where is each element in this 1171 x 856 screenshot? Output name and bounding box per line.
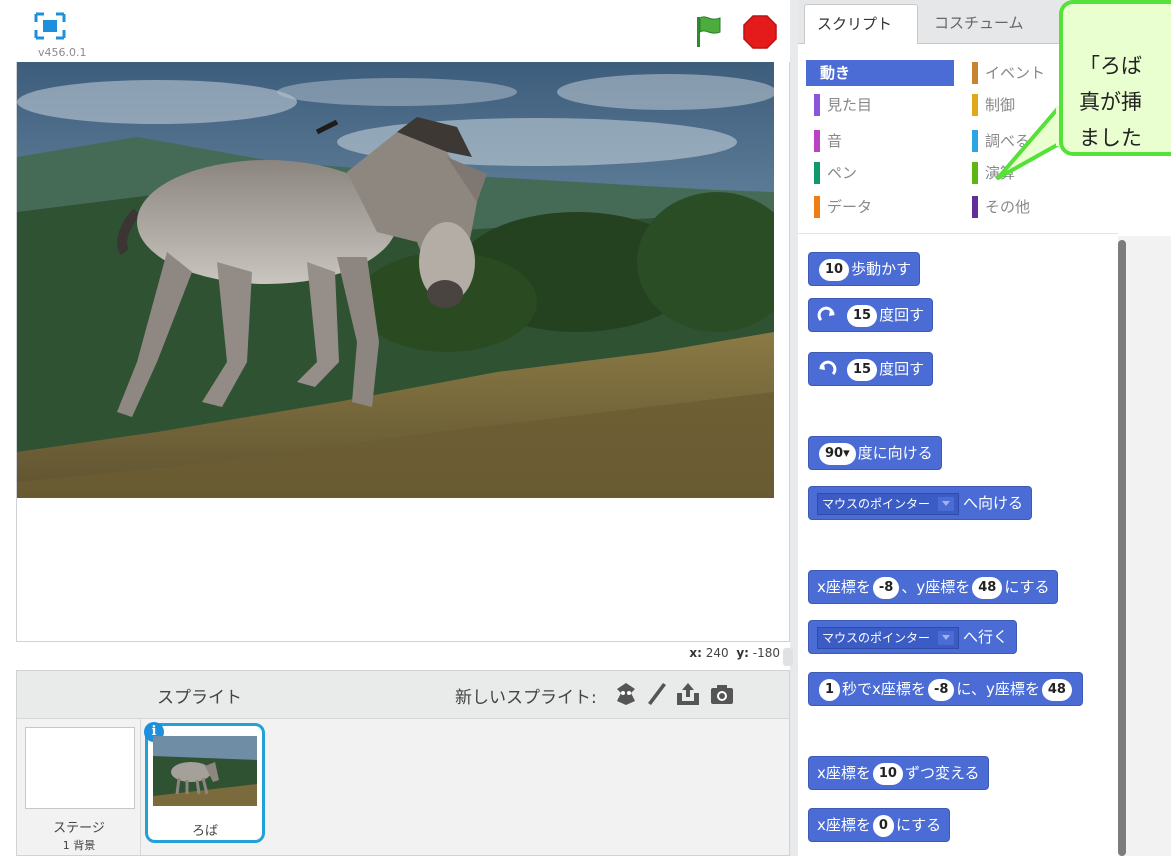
stage-label: ステージ — [53, 821, 105, 836]
seconds-input[interactable]: 1 — [819, 678, 841, 701]
category-data[interactable]: データ — [814, 194, 872, 220]
sprites-title: スプライト — [157, 688, 242, 708]
category-motion[interactable]: 動き — [806, 60, 954, 86]
tab-costumes[interactable]: コスチューム — [922, 4, 1052, 44]
tab-scripts[interactable]: スクリプト — [804, 4, 918, 44]
category-looks[interactable]: 見た目 — [814, 92, 872, 118]
degrees-input[interactable]: 15 — [847, 304, 878, 327]
category-more-blocks[interactable]: その他 — [972, 194, 1030, 220]
donkey-photo — [17, 62, 774, 498]
stage-thumbnail[interactable] — [25, 727, 135, 809]
block-point-direction[interactable]: 90▾ 度に向ける — [808, 436, 942, 470]
block-goto[interactable]: マウスのポインター へ行く — [808, 620, 1018, 654]
rotate-right-icon — [817, 306, 835, 321]
x-input[interactable]: -8 — [872, 576, 900, 599]
annotation-callout: 「ろば 真が挿 ました — [1059, 0, 1171, 156]
x-input[interactable]: -8 — [927, 678, 955, 701]
block-turn-left[interactable]: 15 度回す — [808, 352, 934, 386]
block-change-x[interactable]: x座標を 10 ずつ変える — [808, 756, 989, 790]
block-glide[interactable]: 1 秒でx座標を -8 に、y座標を 48 — [808, 672, 1083, 706]
callout-text: 「ろば 真が挿 ました — [1079, 54, 1142, 150]
sprite-pane: スプライト 新しいスプライト: ステージ 1 背景 i ろば — [16, 670, 790, 856]
sprite-pane-header: スプライト 新しいスプライト: — [17, 671, 789, 719]
rotate-left-icon — [819, 360, 837, 375]
block-goto-xy[interactable]: x座標を -8 、y座標を 48 にする — [808, 570, 1059, 604]
target-dropdown[interactable]: マウスのポインター — [817, 626, 960, 649]
direction-input[interactable]: 90▾ — [819, 442, 856, 465]
fullscreen-icon[interactable] — [34, 12, 66, 40]
sprite-library-icon[interactable] — [613, 681, 639, 707]
y-input[interactable]: 48 — [1041, 678, 1072, 701]
x-change-input[interactable]: 10 — [872, 762, 903, 785]
block-move-steps[interactable]: 10 歩動かす — [808, 252, 921, 286]
chevron-down-icon — [938, 631, 955, 645]
sprite-tile[interactable]: i ろば — [144, 722, 265, 843]
steps-input[interactable]: 10 — [819, 258, 850, 281]
y-input[interactable]: 48 — [972, 576, 1003, 599]
stop-icon[interactable] — [742, 14, 778, 50]
green-flag-icon[interactable] — [694, 14, 722, 48]
block-turn-right[interactable]: 15 度回す — [808, 298, 934, 332]
target-dropdown[interactable]: マウスのポインター — [817, 492, 960, 515]
category-sound[interactable]: 音 — [814, 128, 842, 154]
camera-icon[interactable] — [709, 681, 735, 707]
upload-icon[interactable] — [675, 681, 701, 707]
y-coordinate: -180 — [752, 646, 780, 660]
x-input[interactable]: 0 — [872, 814, 894, 837]
category-events[interactable]: イベント — [972, 60, 1045, 86]
chevron-down-icon — [938, 497, 955, 511]
mouse-coordinates: x: 240 y: -180 — [689, 646, 780, 660]
stage-header: v456.0.1 — [0, 0, 790, 62]
pane-divider — [790, 0, 798, 856]
stage[interactable] — [16, 62, 790, 642]
backdrop-count: 1 背景 — [62, 839, 96, 852]
collapse-stage-icon[interactable] — [783, 648, 793, 666]
callout-tail — [996, 106, 1070, 180]
version-label: v456.0.1 — [38, 46, 87, 59]
new-sprite-label: 新しいスプライト: — [455, 688, 597, 708]
paint-brush-icon[interactable] — [643, 681, 669, 707]
x-coordinate: 240 — [705, 646, 729, 660]
palette-scrollbar[interactable] — [1118, 240, 1126, 856]
stage-selector[interactable]: ステージ 1 背景 — [17, 719, 141, 855]
scratch-editor: v456.0.1 x: 240 y: -180 スプライト 新しいスプライト: … — [0, 0, 1171, 856]
block-point-towards[interactable]: マウスのポインター へ向ける — [808, 486, 1033, 520]
block-set-x[interactable]: x座標を 0 にする — [808, 808, 951, 842]
sprite-name: ろば — [191, 824, 218, 839]
category-pen[interactable]: ペン — [814, 160, 857, 186]
degrees-input[interactable]: 15 — [847, 358, 878, 381]
block-palette: 10 歩動かす 15 度回す 15 度回す 90▾ 度に向ける マウスのポインター へ向け… — [798, 236, 1118, 856]
sprite-thumbnail — [153, 736, 257, 806]
